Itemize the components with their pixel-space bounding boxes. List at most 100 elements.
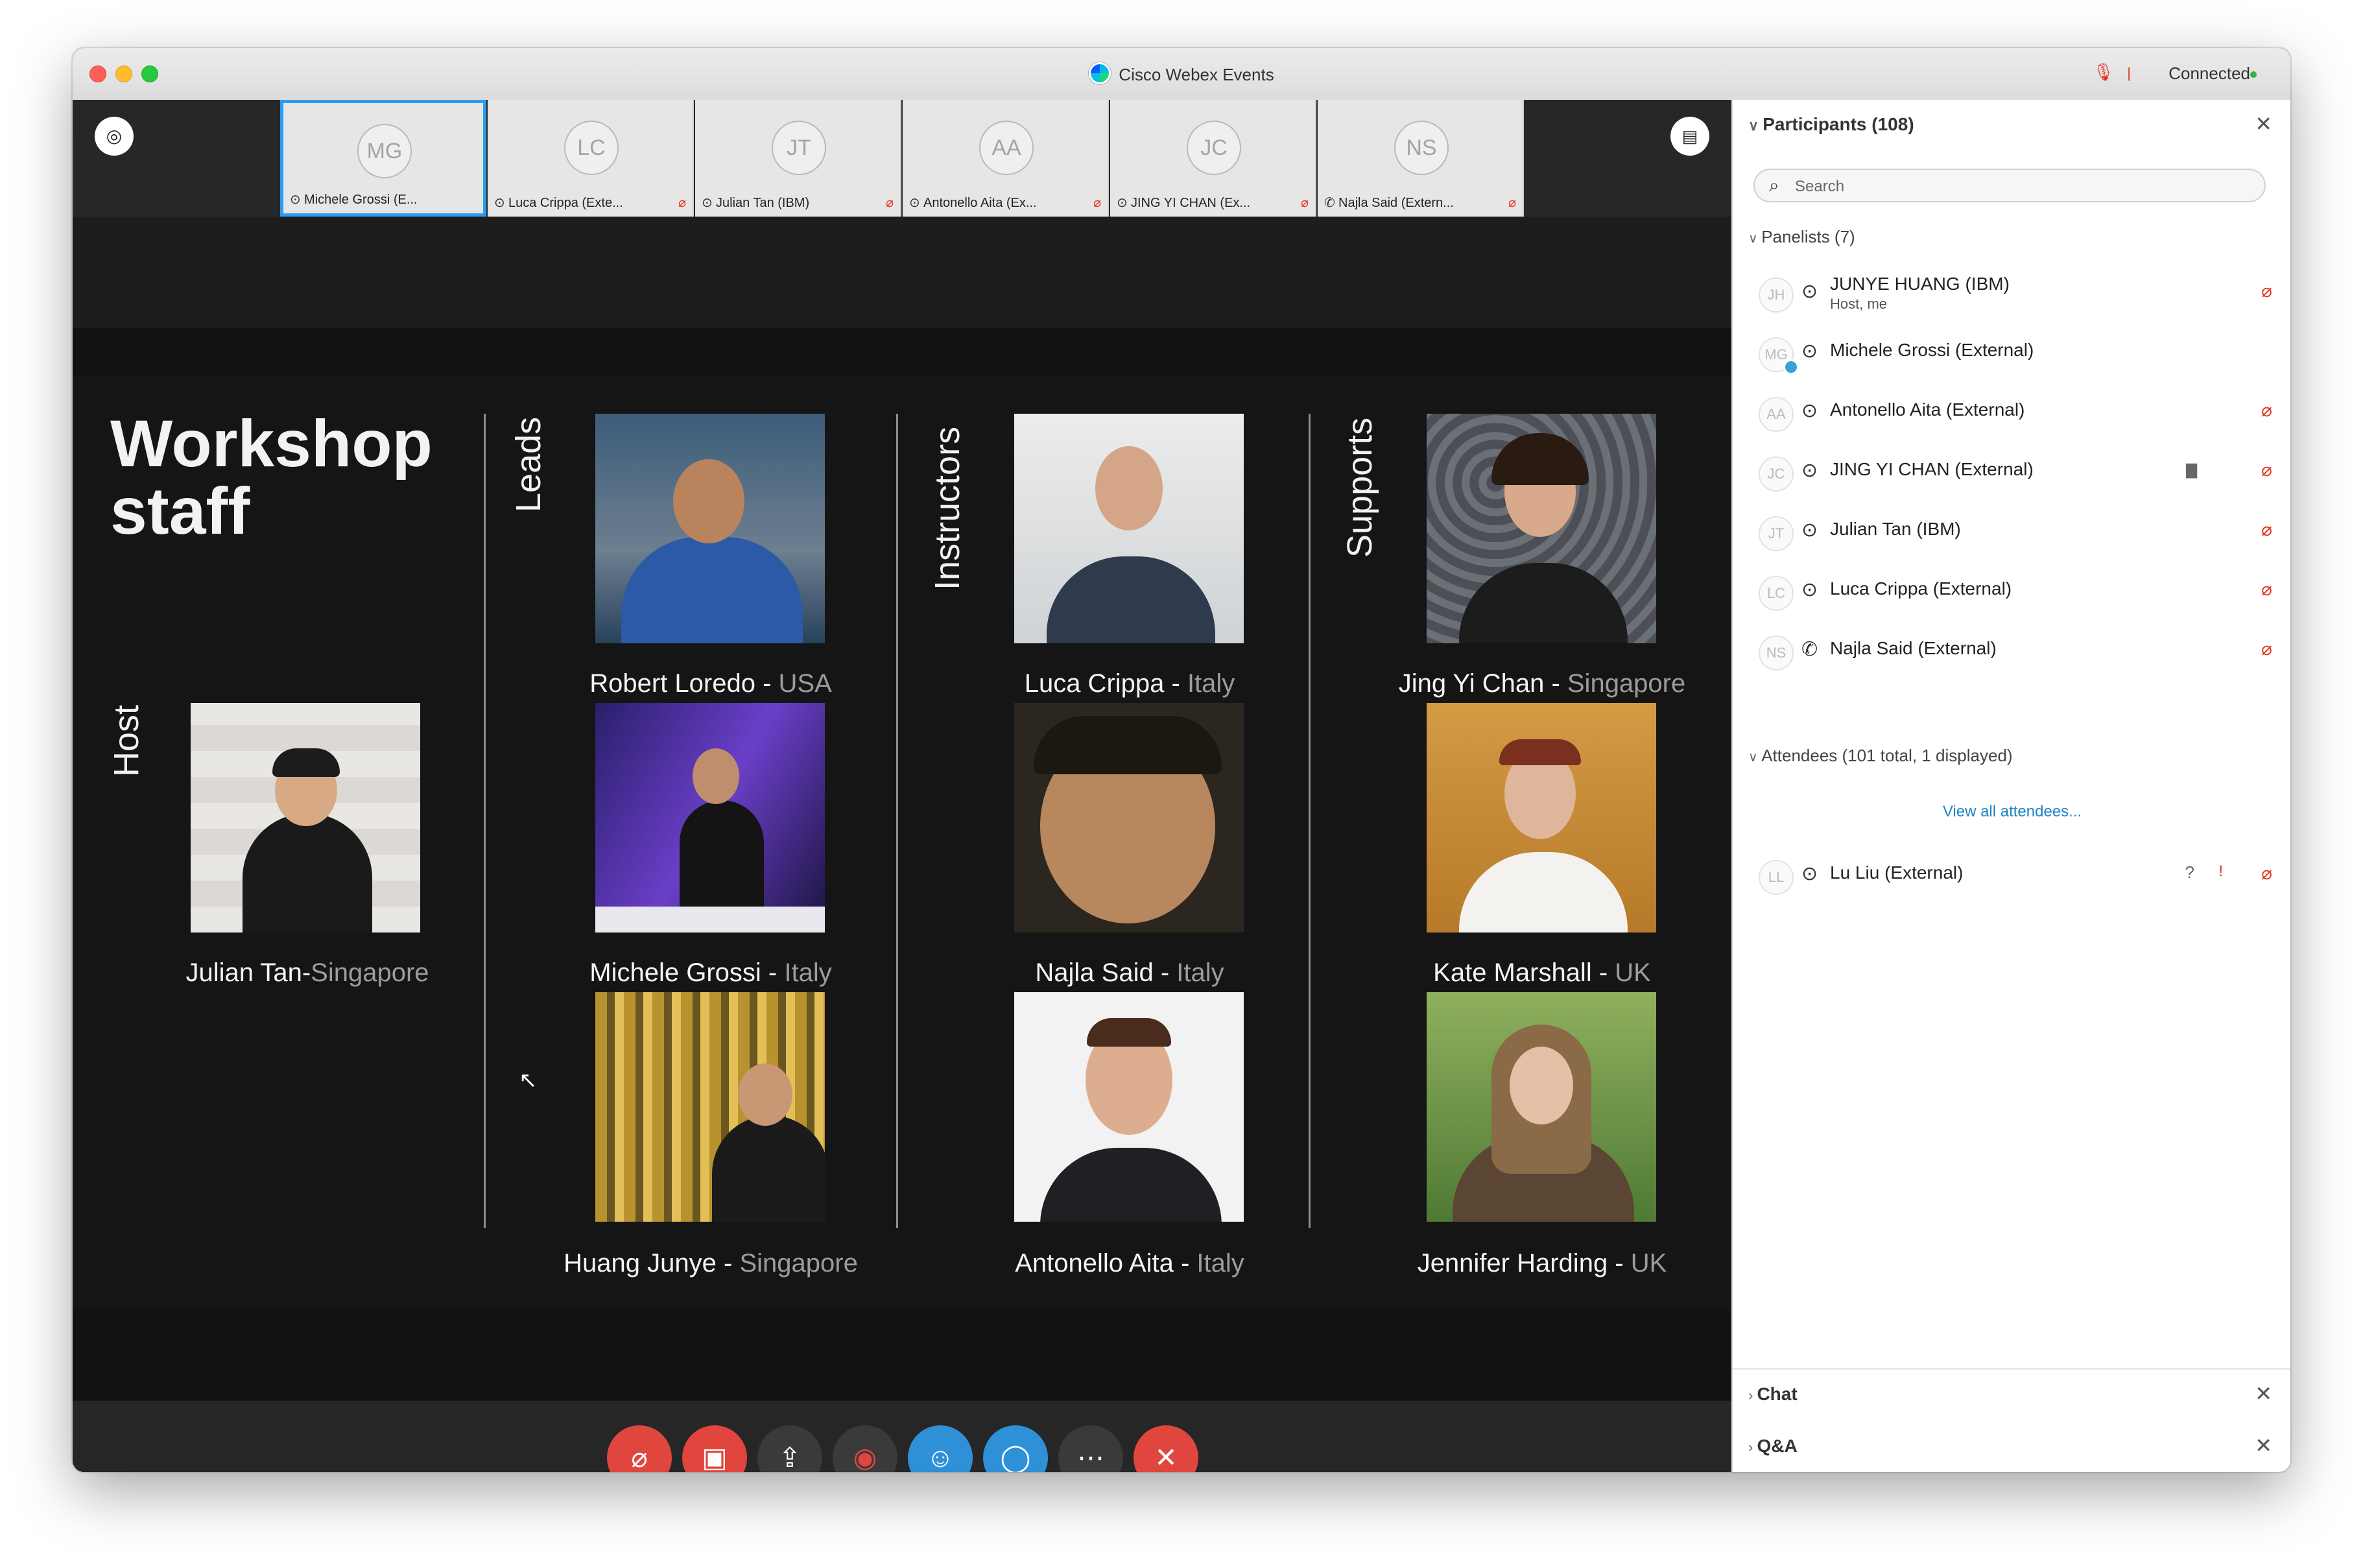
video-thumbnail[interactable]: JC ⊙ JING YI CHAN (Ex... ⌀ [1110, 100, 1316, 217]
staff-caption: Michele Grossi - Italy [516, 958, 905, 988]
chevron-down-icon: ∨ [1748, 750, 1762, 765]
qa-title: Q&A [1757, 1436, 1798, 1456]
mic-muted-icon: ⌀ [885, 196, 894, 210]
staff-country: Italy [784, 958, 832, 987]
staff-country: Italy [1196, 1249, 1244, 1277]
avatar: NS [1759, 636, 1794, 671]
shared-content-top-band [73, 217, 1731, 328]
phone-icon: ✆ [1801, 639, 1818, 660]
connection-status: Connected [2168, 64, 2250, 83]
qa-drawer[interactable]: › Q&A ✕ [1733, 1420, 2290, 1472]
staff-country: UK [1630, 1249, 1667, 1277]
participant-row[interactable]: JC ⊙ JING YI CHAN (External) ▇ ⌀ [1733, 446, 2290, 498]
participant-row[interactable]: MG ⊙ Michele Grossi (External) [1733, 327, 2290, 379]
search-icon: ⌕ [1769, 175, 1779, 195]
instructors-label: Instructors [928, 426, 967, 590]
qa-label: › Q&A [1748, 1436, 1798, 1456]
mic-muted-icon[interactable]: ⌀ [2261, 280, 2272, 302]
staff-name: Robert Loredo - [589, 669, 779, 698]
close-qa-button[interactable]: ✕ [2255, 1433, 2272, 1458]
mic-muted-icon[interactable]: ⌀ [2261, 519, 2272, 540]
mic-muted-icon[interactable]: ⌀ [2261, 399, 2272, 421]
participants-title: Participants (108) [1763, 114, 1914, 134]
staff-name: Julian Tan- [185, 958, 311, 987]
headset-icon: ⊙ [1117, 196, 1128, 210]
portrait-photo [1014, 703, 1244, 932]
thumbnail-name: JING YI CHAN (Ex... [1131, 196, 1251, 210]
staff-name: Jennifer Harding - [1417, 1249, 1631, 1277]
participant-row[interactable]: JH ⊙ JUNYE HUANG (IBM) Host, me ⌀ [1733, 267, 2290, 319]
participant-name: Antonello Aita (External) [1830, 399, 2025, 420]
close-panel-button[interactable]: ✕ [2255, 112, 2272, 136]
participant-row[interactable]: NS ✆ Najla Said (External) ⌀ [1733, 625, 2290, 677]
avatar: JC [1759, 457, 1794, 492]
video-thumbnail[interactable]: AA ⊙ Antonello Aita (Ex... ⌀ [903, 100, 1109, 217]
chat-button[interactable]: ◯ [983, 1425, 1048, 1472]
share-button[interactable]: ⇪ [757, 1425, 822, 1472]
view-options-icon[interactable]: ▤ [1670, 117, 1709, 156]
signal-bars-icon: ▇ [2186, 462, 2197, 478]
column-divider [896, 414, 898, 1228]
staff-name: Antonello Aita - [1015, 1249, 1197, 1277]
supports-label: Supports [1340, 417, 1379, 558]
video-thumbnail[interactable]: LC ⊙ Luca Crippa (Exte... ⌀ [488, 100, 694, 217]
portrait-photo [595, 414, 825, 643]
attendee-row[interactable]: LL ⊙ Lu Liu (External) ? ! ⌀ [1733, 849, 2290, 901]
panelists-section-header[interactable]: ∨ Panelists (7) [1748, 227, 1855, 247]
leave-button[interactable]: ✕ [1134, 1425, 1198, 1472]
avatar: JT [772, 121, 826, 175]
video-thumbnail[interactable]: NS ✆ Najla Said (Extern... ⌀ [1318, 100, 1524, 217]
staff-caption: Antonello Aita - Italy [935, 1249, 1324, 1278]
mic-muted-icon[interactable]: ⌀ [2261, 578, 2272, 600]
avatar: AA [1759, 397, 1794, 432]
attendees-section-header[interactable]: ∨ Attendees (101 total, 1 displayed) [1748, 746, 2013, 766]
participants-panel: ∨ Participants (108) ✕ ⌕ Search ∨ Paneli… [1731, 100, 2290, 1472]
avatar: JH [1759, 278, 1794, 313]
staff-country: UK [1615, 958, 1651, 987]
record-button[interactable]: ◉ [833, 1425, 897, 1472]
mic-muted-icon[interactable]: ⌀ [2261, 862, 2272, 884]
search-placeholder: Search [1795, 178, 1845, 195]
participants-header[interactable]: ∨ Participants (108) [1748, 114, 1914, 135]
staff-name: Jing Yi Chan - [1398, 669, 1567, 698]
slide-title-line: staff [110, 474, 250, 548]
participant-row[interactable]: LC ⊙ Luca Crippa (External) ⌀ [1733, 565, 2290, 617]
search-input[interactable]: ⌕ Search [1753, 169, 2266, 202]
participant-row[interactable]: AA ⊙ Antonello Aita (External) ⌀ [1733, 386, 2290, 438]
stop-video-button[interactable]: ▣ [682, 1425, 747, 1472]
staff-caption: Luca Crippa - Italy [935, 669, 1324, 698]
staff-country: Singapore [311, 958, 429, 987]
mic-muted-icon[interactable]: ⌀ [2261, 459, 2272, 481]
mouse-cursor-icon: ↖ [519, 1068, 538, 1093]
avatar: LL [1759, 860, 1794, 895]
avatar: MG [357, 124, 412, 178]
layout-icon[interactable]: ◎ [95, 117, 134, 156]
headset-icon: ⊙ [702, 196, 713, 210]
video-thumbnail[interactable]: MG ⊙ Michele Grossi (E... [280, 100, 486, 217]
view-all-attendees-link[interactable]: View all attendees... [1733, 803, 2290, 821]
video-thumbnail[interactable]: JT ⊙ Julian Tan (IBM) ⌀ [695, 100, 901, 217]
status-separator: | [2127, 65, 2131, 81]
leads-label: Leads [509, 416, 548, 512]
avatar: NS [1394, 121, 1449, 175]
avatar: JC [1187, 121, 1241, 175]
headset-icon: ⊙ [494, 196, 505, 210]
mute-button[interactable]: ⌀ [607, 1425, 672, 1472]
chat-drawer[interactable]: › Chat ✕ [1733, 1368, 2290, 1421]
staff-name: Huang Junye - [564, 1249, 740, 1277]
headset-icon: ⊙ [1801, 460, 1818, 481]
participants-button[interactable]: ☺ [908, 1425, 973, 1472]
participant-row[interactable]: JT ⊙ Julian Tan (IBM) ⌀ [1733, 506, 2290, 558]
headset-icon: ⊙ [1801, 579, 1818, 600]
chat-label: › Chat [1748, 1384, 1798, 1405]
staff-country: Italy [1176, 958, 1224, 987]
staff-caption: Julian Tan-Singapore [113, 958, 502, 988]
chat-bubble-icon: ◯ [1000, 1442, 1031, 1472]
close-chat-button[interactable]: ✕ [2255, 1381, 2272, 1406]
chevron-right-icon: › [1748, 1439, 1757, 1455]
more-options-button[interactable]: ⋯ [1058, 1425, 1123, 1472]
mic-muted-icon[interactable]: ⌀ [2261, 638, 2272, 659]
panelists-header-label: Panelists (7) [1761, 227, 1855, 246]
more-dots-icon: ⋯ [1077, 1442, 1104, 1472]
portrait-photo [1014, 992, 1244, 1222]
